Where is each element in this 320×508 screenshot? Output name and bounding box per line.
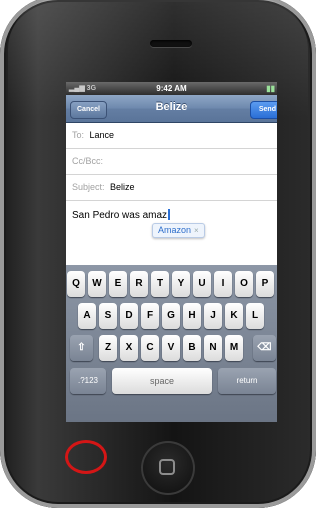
- key-f[interactable]: F: [141, 303, 159, 329]
- subject-value: Belize: [110, 182, 135, 192]
- to-field[interactable]: To: Lance: [66, 123, 277, 149]
- to-value: Lance: [89, 130, 115, 140]
- to-label: To:: [72, 130, 85, 140]
- highlight-circle: [65, 440, 107, 474]
- key-d[interactable]: D: [120, 303, 138, 329]
- status-time: 9:42 AM: [156, 84, 187, 93]
- key-i[interactable]: I: [214, 271, 232, 297]
- key-h[interactable]: H: [183, 303, 201, 329]
- keyboard: QWERTYUIOP ASDFGHJKL ⇧ ⌫ ZXCVBNM .?123 s…: [66, 265, 277, 422]
- autocorrect-suggestion: Amazon: [158, 225, 192, 235]
- shift-key[interactable]: ⇧: [70, 335, 93, 361]
- key-w[interactable]: W: [88, 271, 106, 297]
- key-a[interactable]: A: [78, 303, 96, 329]
- key-b[interactable]: B: [183, 335, 201, 361]
- battery-icon: ▮▮: [266, 84, 275, 93]
- numbers-key[interactable]: .?123: [70, 368, 106, 394]
- key-n[interactable]: N: [204, 335, 222, 361]
- return-key[interactable]: return: [218, 368, 276, 394]
- key-s[interactable]: S: [99, 303, 117, 329]
- key-m[interactable]: M: [225, 335, 243, 361]
- mail-compose-screen: ▂▄▆ 3G 9:42 AM ▮▮ Cancel Belize Send To:…: [66, 82, 277, 422]
- key-o[interactable]: O: [235, 271, 253, 297]
- key-z[interactable]: Z: [99, 335, 117, 361]
- nav-bar: Cancel Belize Send: [66, 95, 277, 123]
- key-p[interactable]: P: [256, 271, 274, 297]
- key-j[interactable]: J: [204, 303, 222, 329]
- space-key[interactable]: space: [112, 368, 212, 394]
- autocorrect-bubble[interactable]: Amazon ×: [152, 223, 205, 238]
- body-text: San Pedro was amaz: [72, 210, 168, 221]
- earpiece-speaker: [150, 40, 192, 47]
- key-c[interactable]: C: [141, 335, 159, 361]
- key-t[interactable]: T: [151, 271, 169, 297]
- subject-label: Subject:: [72, 182, 105, 192]
- key-r[interactable]: R: [130, 271, 148, 297]
- key-x[interactable]: X: [120, 335, 138, 361]
- status-bar: ▂▄▆ 3G 9:42 AM ▮▮: [66, 82, 277, 95]
- home-square-icon: [159, 459, 175, 475]
- key-l[interactable]: L: [246, 303, 264, 329]
- ccbcc-label: Cc/Bcc:: [72, 156, 104, 166]
- text-cursor: [168, 209, 171, 220]
- key-k[interactable]: K: [225, 303, 243, 329]
- delete-key[interactable]: ⌫: [253, 335, 276, 361]
- nav-title: Belize: [155, 101, 188, 113]
- message-body-text: San Pedro was amaz: [72, 209, 171, 221]
- key-y[interactable]: Y: [172, 271, 190, 297]
- subject-field[interactable]: Subject: Belize: [66, 175, 277, 201]
- keyboard-row-4: .?123 space return: [66, 368, 277, 396]
- ccbcc-field[interactable]: Cc/Bcc:: [66, 149, 277, 175]
- key-e[interactable]: E: [109, 271, 127, 297]
- send-button[interactable]: Send: [249, 101, 277, 119]
- key-g[interactable]: G: [162, 303, 180, 329]
- key-u[interactable]: U: [193, 271, 211, 297]
- key-v[interactable]: V: [162, 335, 180, 361]
- key-q[interactable]: Q: [67, 271, 85, 297]
- dismiss-icon[interactable]: ×: [194, 226, 199, 235]
- message-body[interactable]: San Pedro was amaz Amazon ×: [66, 201, 277, 251]
